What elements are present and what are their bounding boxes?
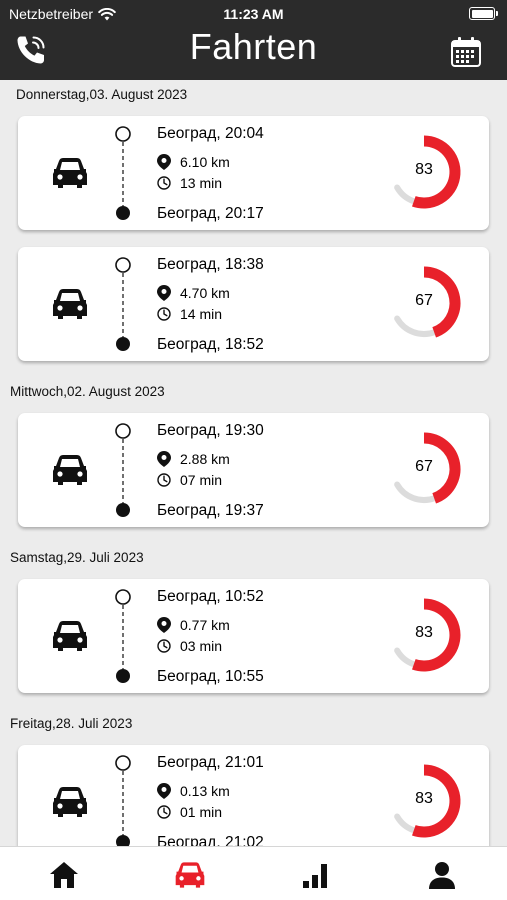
car-icon [53,621,87,651]
calendar-icon[interactable] [450,36,482,68]
gauge-track [394,647,417,668]
trip-card[interactable]: Београд, 18:38 4.70 km 14 min Београд, 1… [18,247,489,361]
trip-start: Београд, 21:01 [157,754,264,771]
gauge-track [394,813,417,834]
trip-duration: 01 min [157,804,222,820]
trip-card[interactable]: Београд, 21:01 0.13 km 01 min Београд, 2… [18,745,489,846]
trip-duration: 13 min [157,175,222,191]
trip-distance: 6.10 km [157,154,230,170]
clock-icon [157,473,171,487]
car-icon[interactable] [174,859,206,891]
trip-end: Београд, 21:02 [157,834,264,846]
car-icon [53,455,87,485]
distance-value: 0.77 km [180,617,230,633]
trip-duration: 03 min [157,638,222,654]
duration-value: 03 min [180,638,223,654]
trip-duration: 07 min [157,472,222,488]
trip-start: Београд, 18:38 [157,256,264,273]
trip-list[interactable]: Donnerstag,03. August 2023 Београд, 20:0… [0,80,507,846]
date-header: Donnerstag,03. August 2023 [16,87,188,102]
route-timeline [115,423,131,517]
profile-icon[interactable] [426,859,458,891]
trip-card[interactable]: Београд, 20:04 6.10 km 13 min Београд, 2… [18,116,489,230]
distance-value: 6.10 km [180,154,230,170]
clock-icon [157,805,171,819]
stats-icon[interactable] [300,859,332,891]
trip-duration: 14 min [157,306,222,322]
duration-value: 14 min [180,306,223,322]
battery-icon [469,7,498,20]
trip-card[interactable]: Београд, 19:30 2.88 km 07 min Београд, 1… [18,413,489,527]
score-value: 83 [415,790,433,807]
route-timeline [115,589,131,683]
trip-distance: 0.77 km [157,617,230,633]
home-icon[interactable] [48,859,80,891]
clock-icon [157,307,171,321]
status-time: 11:23 AM [223,6,284,22]
route-timeline [115,755,131,846]
location-pin-icon [157,617,171,633]
date-header: Samstag,29. Juli 2023 [10,550,144,565]
page-title: Fahrten [189,26,318,67]
distance-value: 2.88 km [180,451,230,467]
date-header: Freitag,28. Juli 2023 [10,716,133,731]
duration-value: 01 min [180,804,223,820]
date-header: Mittwoch,02. August 2023 [10,384,165,399]
route-timeline [115,257,131,351]
trip-distance: 0.13 km [157,783,230,799]
car-icon [53,158,87,188]
location-pin-icon [157,154,171,170]
score-value: 67 [415,292,433,309]
clock-icon [157,176,171,190]
trip-distance: 4.70 km [157,285,230,301]
trip-start: Београд, 10:52 [157,588,264,605]
trip-end: Београд, 18:52 [157,336,264,353]
car-icon [53,787,87,817]
status-bar: Netzbetreiber 11:23 AM [0,4,507,24]
trip-end: Београд, 19:37 [157,502,264,519]
top-bar: Netzbetreiber 11:23 AM Fahrten [0,0,507,80]
duration-value: 07 min [180,472,223,488]
gauge-track [394,184,417,205]
gauge-track [394,481,438,503]
trip-distance: 2.88 km [157,451,230,467]
car-icon [53,289,87,319]
tab-bar [0,846,507,900]
trip-end: Београд, 20:17 [157,205,264,222]
distance-value: 4.70 km [180,285,230,301]
location-pin-icon [157,451,171,467]
trip-start: Београд, 20:04 [157,125,264,142]
location-pin-icon [157,285,171,301]
location-pin-icon [157,783,171,799]
score-value: 67 [415,458,433,475]
route-timeline [115,126,131,220]
gauge-track [394,315,438,337]
trip-end: Београд, 10:55 [157,668,264,685]
duration-value: 13 min [180,175,223,191]
score-value: 83 [415,161,433,178]
trip-card[interactable]: Београд, 10:52 0.77 km 03 min Београд, 1… [18,579,489,693]
distance-value: 0.13 km [180,783,230,799]
score-value: 83 [415,624,433,641]
trip-start: Београд, 19:30 [157,422,264,439]
clock-icon [157,639,171,653]
